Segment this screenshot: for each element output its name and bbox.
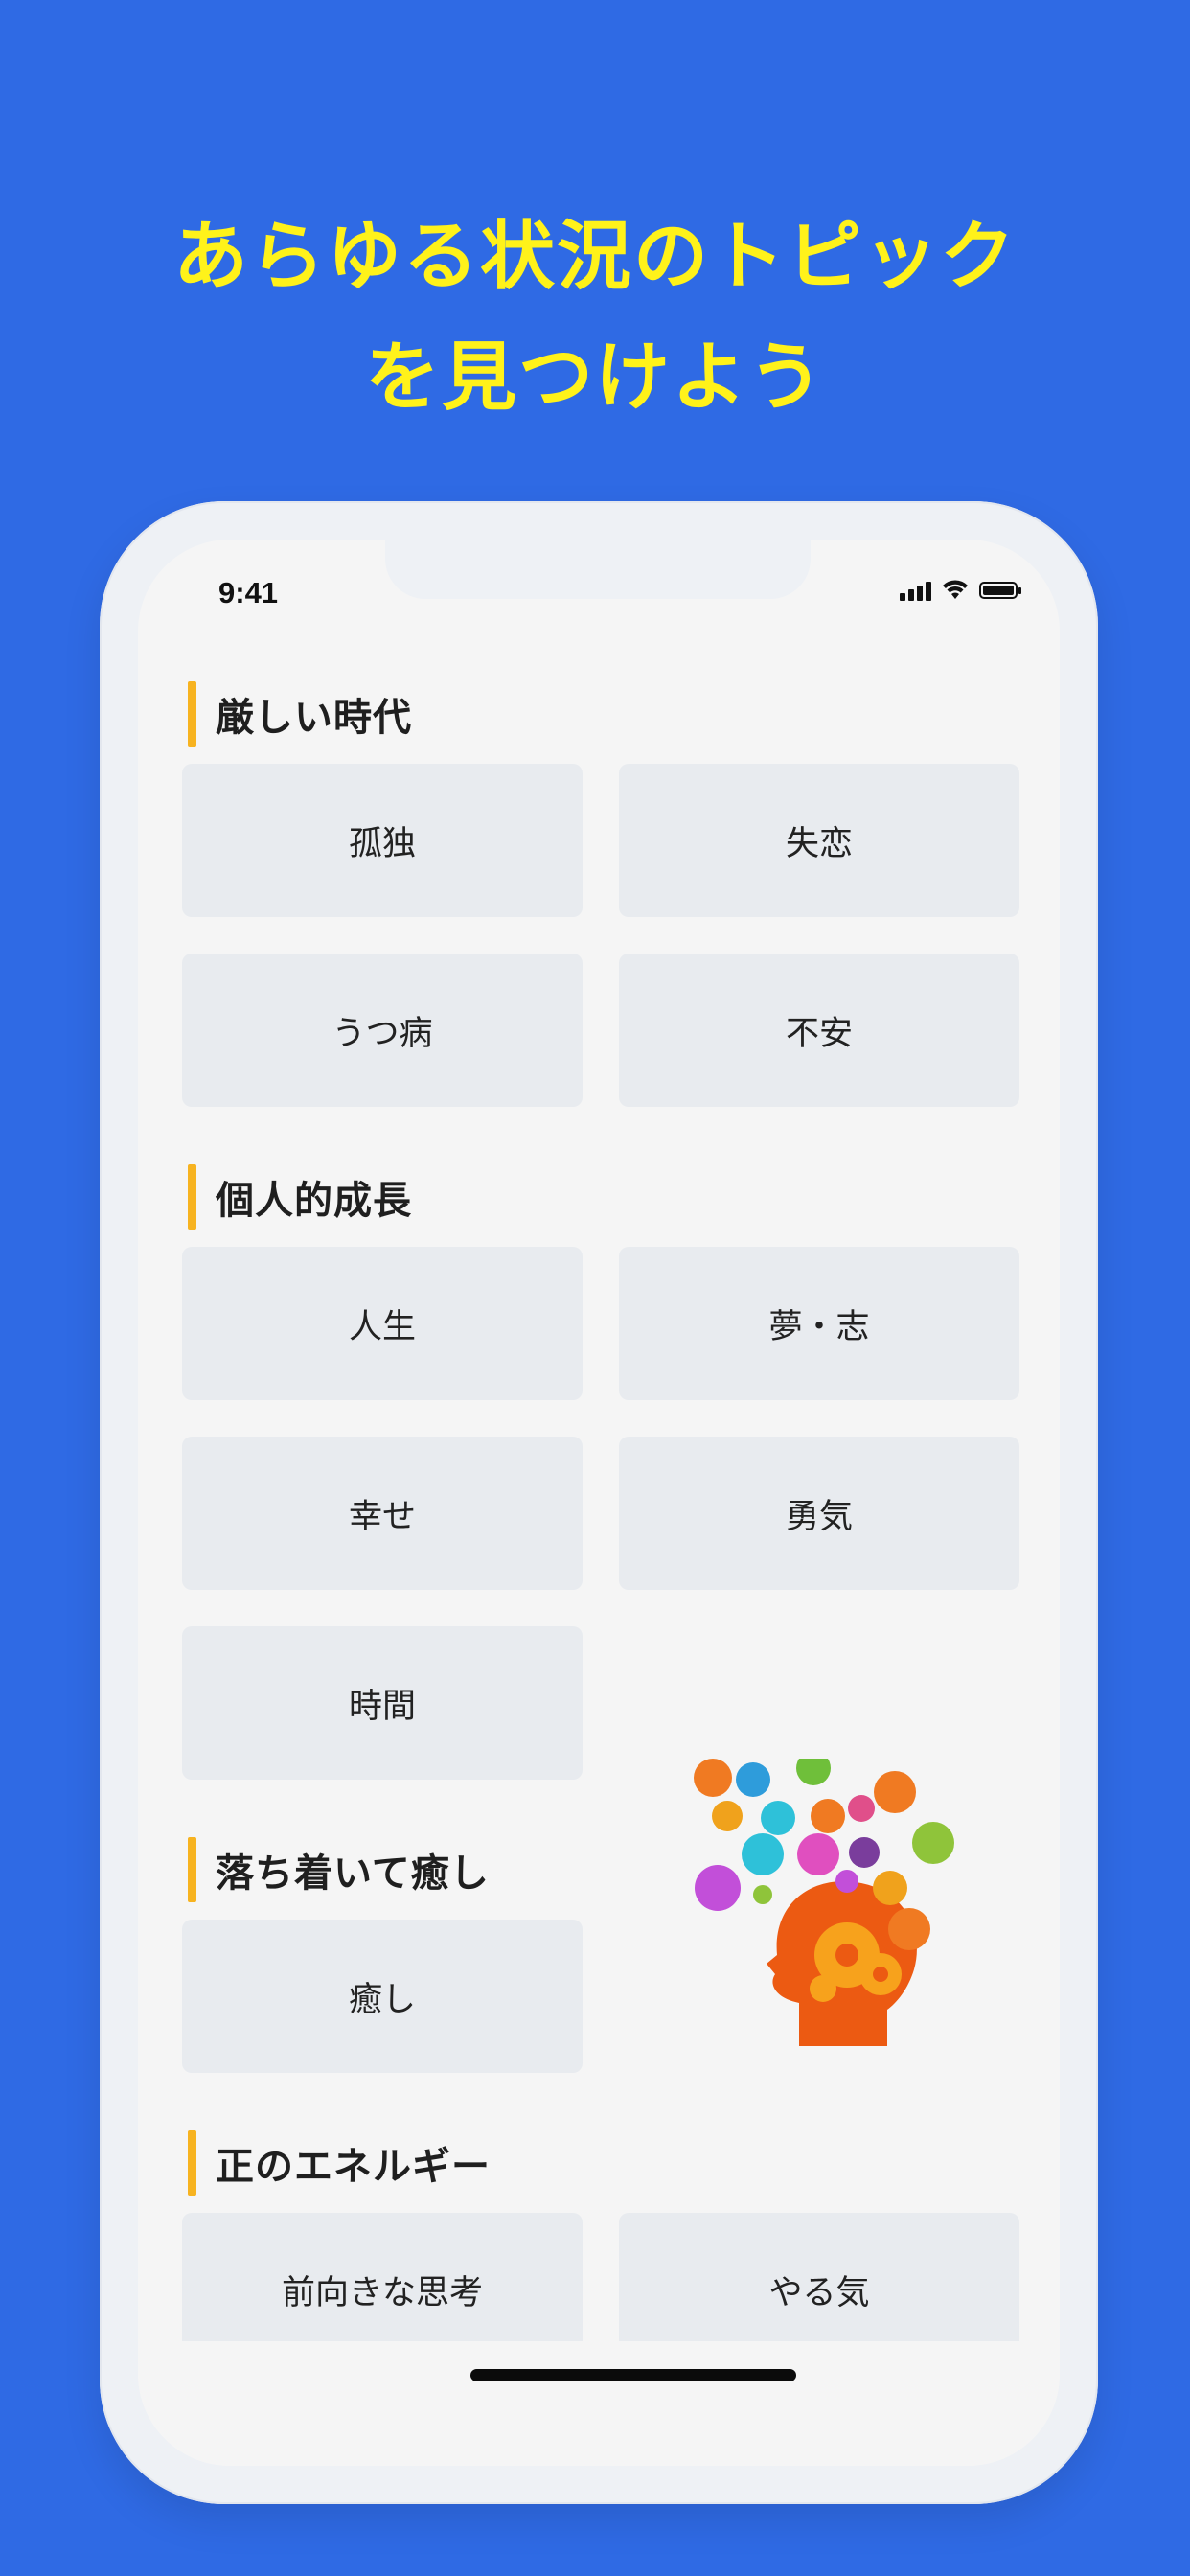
bottom-safe-area	[138, 2341, 1060, 2466]
headline-line-1: あらゆる状況のトピック	[172, 214, 1017, 300]
section-accent-bar	[188, 681, 196, 747]
topic-tile-life[interactable]: 人生	[182, 1247, 583, 1400]
section-accent-bar	[188, 1837, 196, 1902]
topic-tile-courage[interactable]: 勇気	[619, 1437, 1019, 1590]
section-title: 正のエネルギー	[216, 2145, 491, 2189]
topic-label: 前向きな思考	[281, 2273, 483, 2312]
promo-headline: あらゆる状況のトピック を見つけよう	[0, 196, 1190, 438]
phone-frame: 9:41 厳しい時代 孤独 失恋 うつ病 不安 個人的成長 人生 夢・志 幸せ …	[100, 501, 1098, 2504]
status-icons	[900, 580, 1021, 601]
topic-tile-loneliness[interactable]: 孤独	[182, 764, 583, 917]
battery-icon	[979, 582, 1021, 599]
topic-tile-dreams[interactable]: 夢・志	[619, 1247, 1019, 1400]
headline-line-2: を見つけよう	[364, 334, 825, 421]
topic-label: 幸せ	[348, 1497, 416, 1536]
topic-label: うつ病	[332, 1014, 433, 1053]
topic-tile-anxiety[interactable]: 不安	[619, 954, 1019, 1107]
topic-label: 失恋	[785, 824, 853, 863]
cellular-signal-icon	[900, 580, 931, 601]
section-header-calm-healing: 落ち着いて癒し	[188, 1837, 490, 1902]
section-header-hard-times: 厳しい時代	[188, 681, 412, 747]
topic-tile-happiness[interactable]: 幸せ	[182, 1437, 583, 1590]
phone-notch	[385, 540, 811, 599]
section-accent-bar	[188, 1164, 196, 1230]
section-accent-bar	[188, 2130, 196, 2196]
section-title: 落ち着いて癒し	[216, 1852, 490, 1896]
section-title: 個人的成長	[216, 1179, 412, 1223]
topic-label: 人生	[348, 1307, 416, 1346]
topic-label: 勇気	[785, 1497, 853, 1536]
home-indicator[interactable]	[470, 2369, 796, 2381]
wifi-icon	[943, 580, 968, 599]
topic-tile-depression[interactable]: うつ病	[182, 954, 583, 1107]
status-time: 9:41	[218, 576, 279, 610]
topic-label: 不安	[785, 1014, 853, 1053]
topic-label: 癒し	[348, 1980, 416, 2019]
app-screen: 9:41 厳しい時代 孤独 失恋 うつ病 不安 個人的成長 人生 夢・志 幸せ …	[138, 540, 1060, 2466]
topic-tile-time[interactable]: 時間	[182, 1626, 583, 1780]
topic-label: 時間	[348, 1687, 416, 1726]
head-gears-illustration	[694, 1759, 954, 2046]
topic-label: やる気	[768, 2273, 870, 2312]
section-header-personal-growth: 個人的成長	[188, 1164, 412, 1230]
topic-tile-healing[interactable]: 癒し	[182, 1920, 583, 2073]
topic-label: 孤独	[348, 824, 416, 863]
topic-label: 夢・志	[768, 1307, 870, 1346]
topic-tile-heartbreak[interactable]: 失恋	[619, 764, 1019, 917]
section-title: 厳しい時代	[216, 696, 412, 740]
section-header-positive-energy: 正のエネルギー	[188, 2130, 491, 2196]
